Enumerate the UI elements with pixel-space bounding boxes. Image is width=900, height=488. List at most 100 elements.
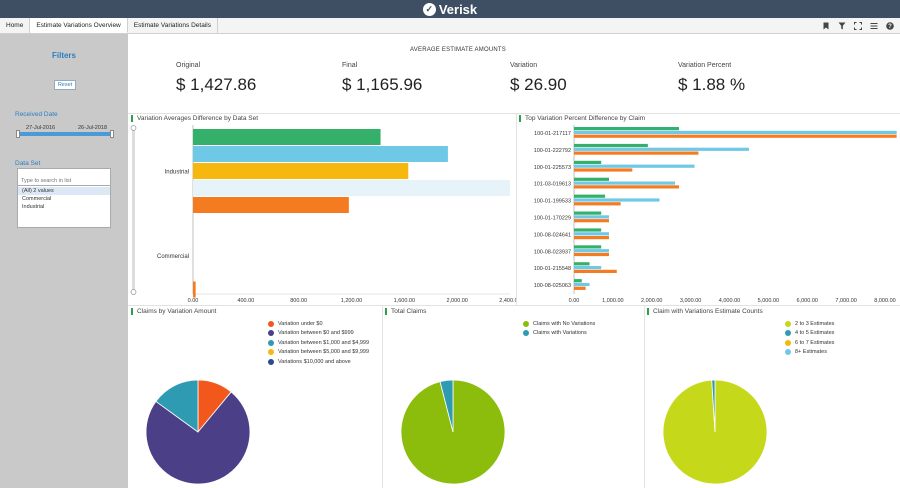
bar-100-08-023937-1 [574, 249, 609, 253]
legend-item-4-to-5-estimates[interactable]: 4 to 5 Estimates [785, 329, 834, 339]
bar-industrial-2 [193, 163, 409, 179]
bar-101-03-019613-0 [574, 177, 609, 181]
bar-commercial-4 [193, 281, 196, 298]
bookmark-icon[interactable] [822, 22, 830, 30]
help-icon[interactable]: ? [886, 21, 894, 30]
bar-100-01-225573-2 [574, 168, 633, 172]
legend-label: 4 to 5 Estimates [795, 330, 835, 337]
legend-label: Variations $10,000 and above [278, 358, 351, 365]
legend-item-6-to-7-estimates[interactable]: 6 to 7 Estimates [785, 338, 834, 348]
legend-dot-icon [523, 330, 529, 337]
claims-by-amount-title: Claims by Variation Amount [131, 308, 216, 315]
dataset-search-input[interactable] [18, 177, 110, 186]
legend-item-claims-with-no-variations[interactable]: Claims with No Variations [523, 319, 595, 329]
dataset-option-industrial[interactable]: Industrial [18, 203, 110, 211]
bar-100-01-215548-0 [574, 262, 590, 266]
x-tick-label: 1,600.00 [394, 298, 415, 304]
filter-icon[interactable] [838, 22, 846, 30]
bar-100-01-170229-0 [574, 211, 602, 215]
dataset-label: Data Set [15, 160, 41, 167]
y-tick-label: 101-03-019613 [534, 182, 571, 188]
bar-100-01-215548-2 [574, 269, 617, 273]
bar-100-01-199533-0 [574, 194, 606, 198]
y-tick-label: 100-01-170229 [534, 216, 571, 222]
toolbar: ? [822, 18, 900, 33]
claims-by-amount-legend: Variation under $0 Variation between $0 a… [268, 319, 369, 367]
x-tick-label: 5,000.00 [758, 298, 779, 304]
legend-label: 6 to 7 Estimates [795, 339, 835, 346]
bar-100-01-217117-1 [574, 130, 897, 134]
svg-text:?: ? [888, 24, 892, 30]
tab-estimate-variations-details[interactable]: Estimate Variations Details [128, 18, 218, 33]
y-tick-label: 100-08-025063 [534, 283, 571, 289]
date-end-handle[interactable] [110, 130, 114, 138]
date-start-handle[interactable] [16, 130, 20, 138]
tab-estimate-variations-overview[interactable]: Estimate Variations Overview [30, 18, 128, 33]
y-tick-label: Industrial [165, 170, 189, 176]
legend-label: Variation between $0 and $999 [278, 330, 354, 337]
filters-sidebar: Filters Reset Received Date 27-Jul-2016 … [0, 34, 128, 488]
legend-item-8-estimates[interactable]: 8+ Estimates [785, 348, 834, 358]
fullscreen-icon[interactable] [854, 21, 862, 30]
bar-100-08-023937-2 [574, 252, 609, 257]
legend-label: 8+ Estimates [795, 349, 827, 356]
x-tick-label: 2,400.00 [499, 298, 516, 304]
x-tick-label: 4,000.00 [719, 298, 740, 304]
received-date-label: Received Date [15, 111, 58, 118]
y-tick-label: 100-01-199533 [534, 199, 571, 205]
kpi-variation-label: Variation [510, 62, 538, 69]
legend-item-claims-with-variations[interactable]: Claims with Variations [523, 329, 595, 339]
dataset-option-all[interactable]: (All) 2 values [18, 187, 110, 195]
legend-item-variation-between-1-000-and-4-999[interactable]: Variation between $1,000 and $4,999 [268, 338, 369, 348]
kpi-original-label: Original [176, 62, 201, 69]
checkmark-logo-icon: ✓ [422, 2, 436, 16]
tab-home[interactable]: Home [0, 18, 31, 33]
legend-dot-icon [785, 339, 791, 346]
legend-item-variation-between-5-000-and-9-999[interactable]: Variation between $5,000 and $9,999 [268, 348, 369, 358]
dataset-option-commercial[interactable]: Commercial [18, 195, 110, 203]
legend-item-variation-under-0[interactable]: Variation under $0 [268, 319, 369, 329]
scroll-handle-bottom [130, 289, 137, 295]
legend-dot-icon [268, 330, 274, 337]
bar-industrial-3 [193, 180, 510, 196]
bar-100-08-023937-0 [574, 245, 602, 249]
total-claims-legend: Claims with No Variations Claims with Var… [523, 319, 595, 338]
estimate-counts-title: Claim with Variations Estimate Counts [647, 308, 763, 315]
kpi-variation-value: $ 26.90 [510, 75, 567, 94]
bar-100-01-225573-1 [574, 164, 695, 168]
estimate-counts-legend: 2 to 3 Estimates 4 to 5 Estimates 6 to 7 E… [785, 319, 834, 357]
bar-100-01-222792-1 [574, 147, 749, 151]
legend-dot-icon [785, 330, 791, 337]
scroll-track [132, 126, 135, 295]
brand-name: Verisk [438, 1, 478, 17]
total-claims-title: Total Claims [385, 308, 426, 315]
x-tick-label: 0.00 [188, 298, 199, 304]
divider [128, 305, 900, 306]
menu-icon[interactable] [870, 22, 878, 30]
brand-logo: ✓ Verisk [422, 1, 478, 17]
legend-label: Claims with No Variations [533, 320, 596, 327]
kpi-variation: Variation $ 26.90 [510, 62, 567, 95]
legend-dot-icon [268, 358, 274, 365]
legend-item-variations-10-000-and-above[interactable]: Variations $10,000 and above [268, 357, 369, 367]
bar-100-01-217117-0 [574, 127, 679, 131]
x-tick-label: 6,000.00 [797, 298, 818, 304]
kpi-section-title: AVERAGE ESTIMATE AMOUNTS [410, 47, 506, 53]
legend-dot-icon [268, 320, 274, 327]
top-variation-chart: 100-01-217117 100-01-222792 100-01-225573 1… [534, 125, 897, 304]
bar-industrial-1 [193, 146, 448, 162]
date-range-slider[interactable] [16, 130, 114, 138]
y-tick-label: Commercial [157, 254, 189, 260]
legend-item-2-to-3-estimates[interactable]: 2 to 3 Estimates [785, 319, 834, 329]
legend-item-variation-between-0-and-999[interactable]: Variation between $0 and $999 [268, 329, 369, 339]
legend-dot-icon [268, 349, 274, 356]
bar-industrial-4 [193, 197, 349, 213]
x-tick-label: 2,000.00 [446, 298, 467, 304]
x-tick-label: 0.00 [569, 298, 580, 304]
kpi-original: Original $ 1,427.86 [176, 62, 256, 95]
reset-button[interactable]: Reset [54, 80, 76, 90]
y-tick-label: 100-01-215548 [534, 266, 571, 272]
x-tick-label: 3,000.00 [680, 298, 701, 304]
y-tick-label: 100-01-217117 [534, 131, 571, 137]
x-tick-label: 800.00 [290, 298, 307, 304]
